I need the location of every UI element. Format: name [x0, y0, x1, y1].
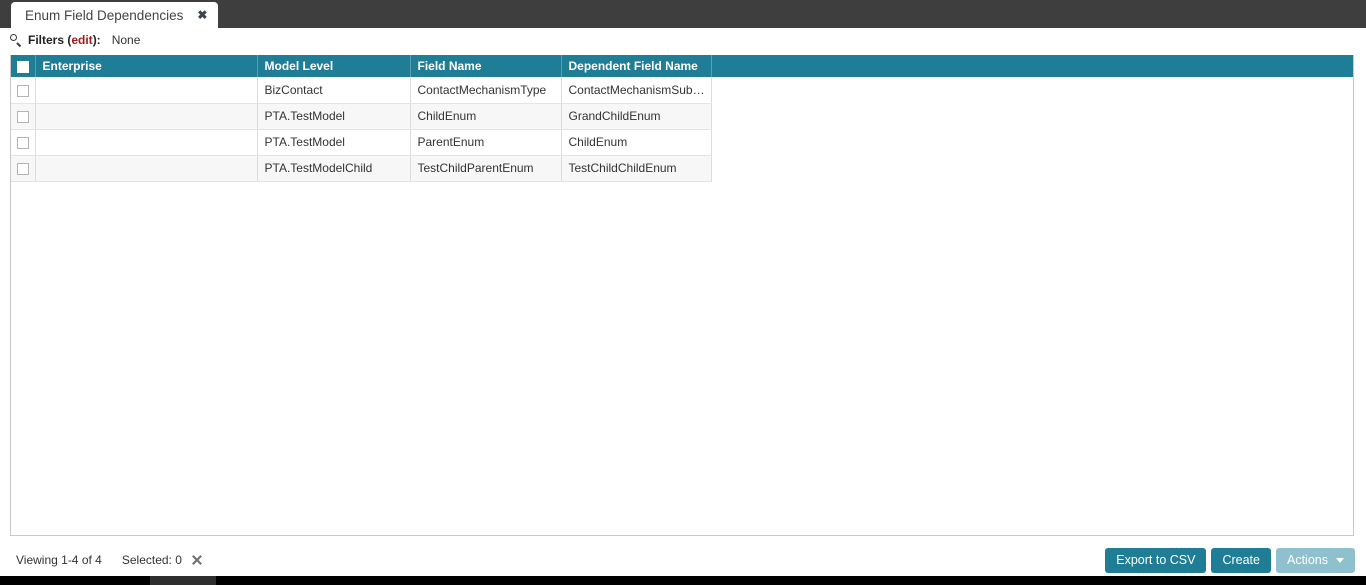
- cell-filler: [711, 77, 1353, 103]
- data-grid: Enterprise Model Level Field Name Depend…: [11, 55, 1353, 182]
- row-select-cell[interactable]: [11, 155, 36, 182]
- filters-label-end: ):: [92, 33, 101, 47]
- filter-bar: Filters ( edit ): None: [0, 28, 1366, 52]
- tab-label: Enum Field Dependencies: [25, 7, 184, 23]
- filters-label: Filters (: [28, 33, 72, 47]
- grid-header: Enterprise Model Level Field Name Depend…: [11, 55, 1353, 77]
- filters-edit-link[interactable]: edit: [71, 33, 92, 47]
- filters-value: None: [111, 33, 141, 47]
- create-button[interactable]: Create: [1211, 547, 1271, 573]
- cell-enterprise: [35, 77, 258, 104]
- table-row[interactable]: PTA.TestModel ParentEnum ChildEnum: [11, 129, 1353, 156]
- cell-dependent-field-name: TestChildChildEnum: [561, 155, 712, 182]
- cell-model-level: PTA.TestModelChild: [257, 155, 411, 182]
- cell-dependent-field-name: GrandChildEnum: [561, 103, 712, 130]
- actions-button-label: Actions: [1287, 553, 1328, 567]
- footer-actions: Export to CSV Create Actions: [1105, 547, 1366, 573]
- cell-field-name: ContactMechanismType: [410, 77, 562, 104]
- row-select-cell[interactable]: [11, 77, 36, 104]
- select-all-checkbox[interactable]: [16, 60, 29, 73]
- row-checkbox[interactable]: [16, 136, 29, 149]
- footer-bar: Viewing 1-4 of 4 Selected: 0 Export to C…: [0, 545, 1366, 575]
- column-header-filler: [711, 55, 1353, 77]
- data-grid-container: Enterprise Model Level Field Name Depend…: [10, 55, 1354, 536]
- cell-field-name: ParentEnum: [410, 129, 562, 156]
- footer-status: Viewing 1-4 of 4 Selected: 0: [0, 553, 204, 567]
- cell-dependent-field-name: ChildEnum: [561, 129, 712, 156]
- column-header-dependent-field-name[interactable]: Dependent Field Name: [561, 55, 712, 77]
- table-row[interactable]: BizContact ContactMechanismType ContactM…: [11, 77, 1353, 104]
- cell-model-level: PTA.TestModel: [257, 129, 411, 156]
- cell-enterprise: [35, 129, 258, 156]
- select-all-header[interactable]: [11, 55, 36, 77]
- row-select-cell[interactable]: [11, 103, 36, 130]
- column-header-field-name[interactable]: Field Name: [410, 55, 562, 77]
- cell-enterprise: [35, 155, 258, 182]
- export-to-csv-button[interactable]: Export to CSV: [1105, 547, 1207, 573]
- bottom-scrollbar[interactable]: [0, 576, 1366, 585]
- grid-header-row: Enterprise Model Level Field Name Depend…: [11, 55, 1353, 77]
- column-header-enterprise[interactable]: Enterprise: [35, 55, 258, 77]
- cell-dependent-field-name: ContactMechanismSubTy...: [561, 77, 712, 104]
- clear-selection-icon[interactable]: [190, 553, 204, 567]
- window-tab-bar: Enum Field Dependencies ✖: [0, 0, 1366, 28]
- actions-button[interactable]: Actions: [1276, 547, 1355, 573]
- table-row[interactable]: PTA.TestModel ChildEnum GrandChildEnum: [11, 103, 1353, 130]
- table-row[interactable]: PTA.TestModelChild TestChildParentEnum T…: [11, 155, 1353, 182]
- bottom-scrollbar-thumb[interactable]: [150, 576, 216, 585]
- row-checkbox[interactable]: [16, 84, 29, 97]
- row-checkbox[interactable]: [16, 110, 29, 123]
- cell-field-name: ChildEnum: [410, 103, 562, 130]
- cell-enterprise: [35, 103, 258, 130]
- close-icon[interactable]: ✖: [197, 9, 207, 21]
- row-checkbox[interactable]: [16, 162, 29, 175]
- selected-count: Selected: 0: [121, 553, 182, 567]
- row-select-cell[interactable]: [11, 129, 36, 156]
- search-icon: [10, 33, 23, 47]
- viewing-count: Viewing 1-4 of 4: [16, 553, 102, 567]
- cell-field-name: TestChildParentEnum: [410, 155, 562, 182]
- cell-filler: [711, 103, 1353, 129]
- cell-filler: [711, 155, 1353, 181]
- column-header-model-level[interactable]: Model Level: [257, 55, 411, 77]
- cell-model-level: BizContact: [257, 77, 411, 104]
- cell-model-level: PTA.TestModel: [257, 103, 411, 130]
- chevron-down-icon: [1336, 557, 1344, 563]
- grid-body: BizContact ContactMechanismType ContactM…: [11, 77, 1353, 182]
- tab-enum-field-dependencies[interactable]: Enum Field Dependencies ✖: [11, 2, 219, 28]
- cell-filler: [711, 129, 1353, 155]
